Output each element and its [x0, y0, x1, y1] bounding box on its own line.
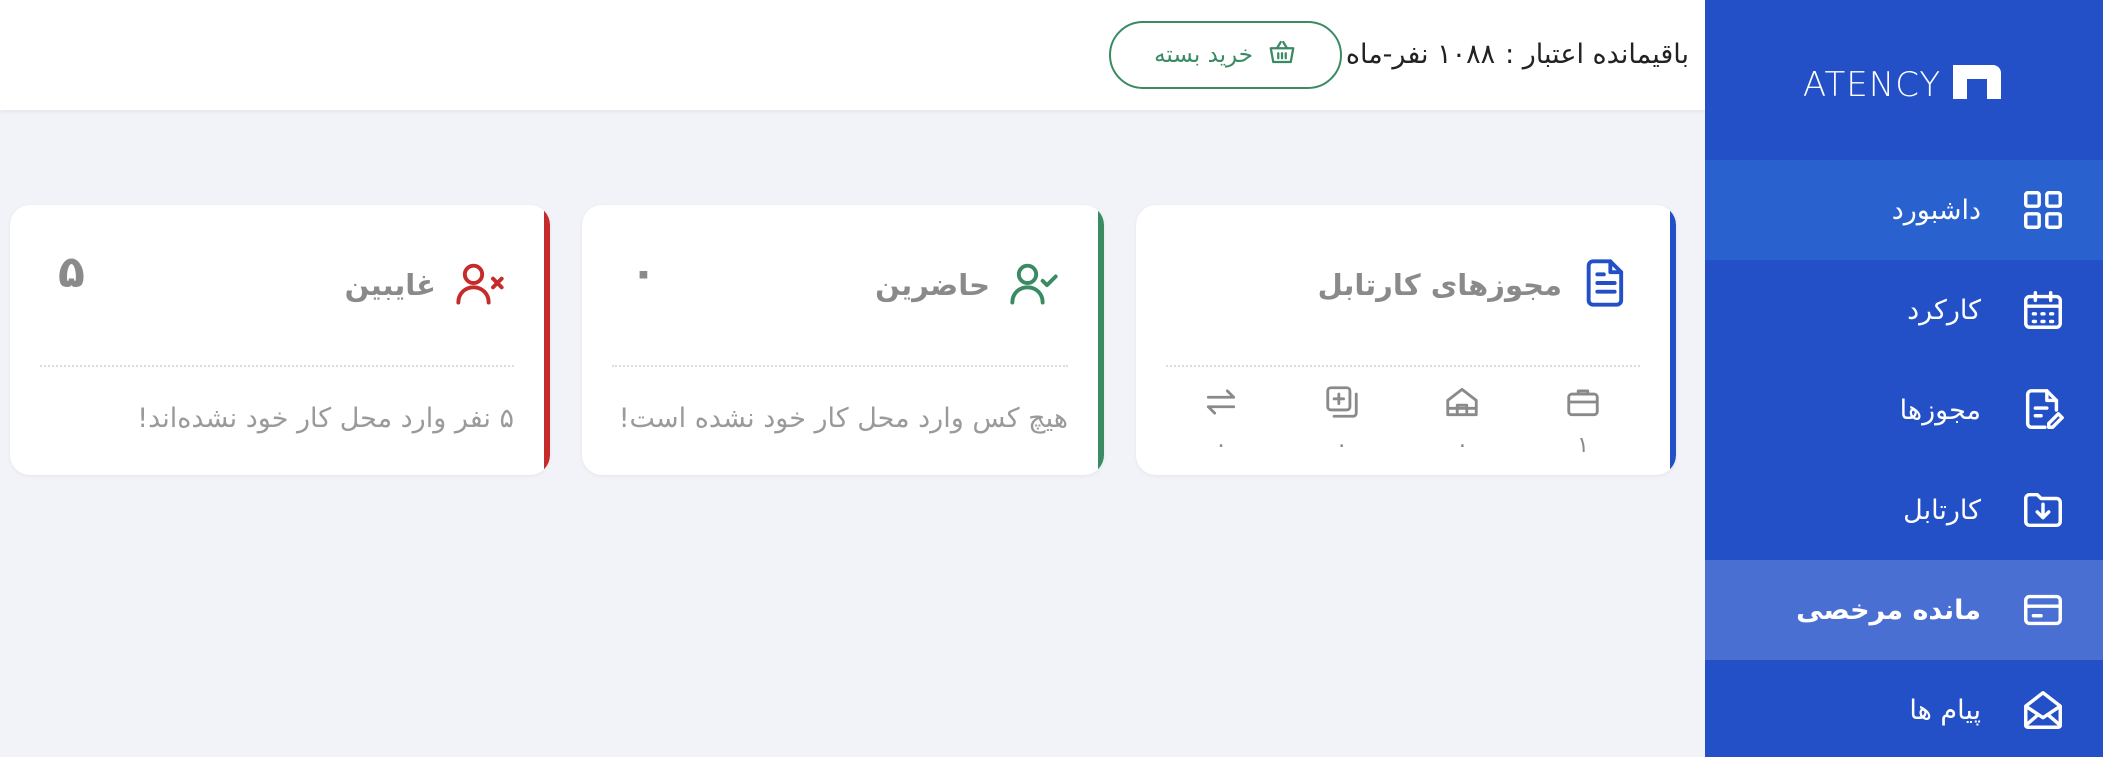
credit-label: باقیمانده اعتبار :	[1505, 38, 1689, 70]
sidebar: ATENCY داشبورد کارکرد مجوزها کارتابل مان…	[1705, 0, 2103, 757]
swap-arrows-icon	[1202, 383, 1240, 425]
absent-description: ۵ نفر وارد محل کار خود نشده‌اند!	[137, 403, 514, 434]
stat-remote[interactable]: ۰	[1427, 383, 1497, 463]
sidebar-item-worktime[interactable]: کارکرد	[1705, 260, 2103, 360]
sidebar-item-messages[interactable]: پیام ها	[1705, 660, 2103, 757]
card-title: حاضرین	[875, 257, 1060, 313]
folder-download-icon	[2019, 486, 2067, 534]
card-title: مجوزهای کارتابل	[1318, 257, 1632, 313]
stat-add[interactable]: ۰	[1307, 383, 1377, 463]
add-copy-icon	[1323, 383, 1361, 425]
stat-value: ۰	[1456, 433, 1469, 458]
logo-icon	[1949, 59, 2005, 111]
absent-card[interactable]: غایبین ۵ ۵ نفر وارد محل کار خود نشده‌اند…	[10, 205, 550, 475]
sidebar-item-label: داشبورد	[1891, 194, 1981, 226]
buy-package-button[interactable]: خرید بسته	[1109, 21, 1342, 89]
document-icon	[1580, 257, 1632, 313]
absent-count: ۵	[58, 247, 85, 298]
sidebar-item-label: کارتابل	[1903, 494, 1981, 526]
sidebar-item-dashboard[interactable]: داشبورد	[1705, 160, 2103, 260]
sidebar-item-permits[interactable]: مجوزها	[1705, 360, 2103, 460]
present-card[interactable]: حاضرین ۰ هیچ کس وارد محل کار خود نشده اس…	[582, 205, 1104, 475]
sidebar-item-cartable[interactable]: کارتابل	[1705, 460, 2103, 560]
card-title: غایبین	[345, 257, 506, 313]
sidebar-item-label: مجوزها	[1899, 394, 1981, 426]
sidebar-item-label: پیام ها	[1909, 694, 1981, 726]
sidebar-item-label: کارکرد	[1907, 294, 1981, 326]
sidebar-item-leave-balance[interactable]: مانده مرخصی	[1705, 560, 2103, 660]
sidebar-item-label: مانده مرخصی	[1796, 594, 1981, 626]
stat-mission[interactable]: ۱	[1548, 383, 1618, 463]
present-count: ۰	[630, 247, 657, 298]
card-divider	[40, 365, 514, 367]
calendar-icon	[2019, 286, 2067, 334]
buy-package-label: خرید بسته	[1154, 42, 1253, 68]
credit-card-icon	[2019, 586, 2067, 634]
dashboard-grid-icon	[2019, 186, 2067, 234]
app-root: خرید بسته باقیمانده اعتبار : ۱۰۸۸ نفر-ما…	[0, 0, 2103, 757]
stat-value: ۰	[1215, 433, 1227, 458]
mail-open-icon	[2019, 686, 2067, 734]
permit-stats: ۱ ۰ ۰ ۰	[1186, 383, 1618, 463]
permits-card[interactable]: مجوزهای کارتابل ۱ ۰ ۰ ۰	[1136, 205, 1676, 475]
absent-title: غایبین	[344, 268, 436, 302]
stat-value: ۱	[1577, 433, 1589, 458]
card-accent	[544, 205, 550, 475]
present-title: حاضرین	[875, 268, 990, 302]
document-edit-icon	[2019, 386, 2067, 434]
permits-title: مجوزهای کارتابل	[1317, 268, 1562, 302]
stat-swap[interactable]: ۰	[1186, 383, 1256, 463]
credit-value: ۱۰۸۸ نفر-ماه	[1345, 38, 1496, 70]
card-accent	[1098, 205, 1104, 475]
card-divider	[612, 365, 1068, 367]
card-accent	[1670, 205, 1676, 475]
credit-display: باقیمانده اعتبار : ۱۰۸۸ نفر-ماه	[1346, 32, 1689, 76]
user-check-icon	[1008, 257, 1060, 313]
briefcase-icon	[1564, 383, 1602, 425]
top-header: خرید بسته باقیمانده اعتبار : ۱۰۸۸ نفر-ما…	[0, 0, 1705, 110]
brand-name: ATENCY	[1802, 65, 1942, 105]
user-x-icon	[454, 257, 506, 313]
present-description: هیچ کس وارد محل کار خود نشده است!	[618, 403, 1068, 434]
card-divider	[1166, 365, 1640, 367]
stat-value: ۰	[1335, 433, 1348, 458]
brand-logo[interactable]: ATENCY	[1705, 55, 2103, 115]
basket-icon	[1267, 37, 1297, 73]
home-icon	[1443, 383, 1481, 425]
